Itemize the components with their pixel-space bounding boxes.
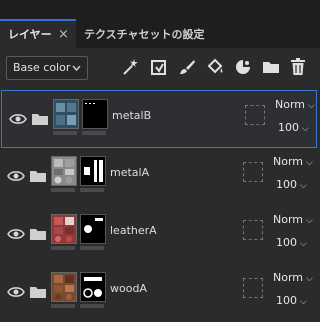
chevron-down-icon: ⌵ (300, 181, 307, 191)
opacity-field[interactable]: 100 ⌵ (276, 178, 307, 191)
eye-icon[interactable] (7, 283, 25, 297)
blend-mode-dropdown[interactable]: Norm ⌵ (273, 213, 313, 226)
opacity-value: 100 (276, 294, 297, 307)
thumbnail-bar (51, 246, 75, 250)
folder-icon (30, 225, 46, 240)
layer-thumbnail[interactable] (51, 272, 77, 302)
opacity-field[interactable]: 100 ⌵ (278, 121, 309, 134)
layer-row[interactable]: leatherA Norm ⌵ 100 ⌵ (0, 206, 320, 264)
layer-name[interactable]: leatherA (110, 224, 157, 237)
mask-bar (82, 131, 106, 135)
chevron-down-icon: ⌵ (300, 297, 307, 307)
chevron-down-icon: ⌵ (306, 216, 313, 226)
thumbnail-bar (51, 304, 75, 308)
folder-icon[interactable] (260, 56, 282, 78)
layer-row[interactable]: woodA Norm ⌵ 100 ⌵ (0, 264, 320, 322)
fill-bucket-icon[interactable] (204, 56, 226, 78)
layer-mask-thumbnail[interactable] (80, 214, 106, 244)
blend-mode-value: Norm (273, 271, 304, 284)
blend-mode-value: Norm (273, 155, 304, 168)
chevron-down-icon: ⌵ (308, 101, 315, 111)
empty-slot[interactable] (245, 105, 265, 125)
smart-material-icon[interactable] (232, 56, 254, 78)
layer-mask-thumbnail[interactable] (80, 272, 106, 302)
mask-bar (80, 304, 104, 308)
blend-mode-dropdown[interactable]: Norm ⌵ (275, 98, 315, 111)
eye-icon[interactable] (7, 167, 25, 181)
mask-bar (80, 188, 104, 192)
layers-toolbar: Base color (0, 48, 320, 86)
folder-icon (30, 167, 46, 182)
eye-icon[interactable] (9, 110, 27, 124)
layer-thumbnail[interactable] (51, 214, 77, 244)
trash-icon[interactable] (287, 56, 309, 78)
opacity-value: 100 (278, 121, 299, 134)
close-icon[interactable]: × (58, 21, 69, 48)
layer-mask-thumbnail[interactable] (82, 99, 108, 129)
empty-slot[interactable] (243, 278, 263, 298)
thumbnail-bar (53, 131, 77, 135)
chevron-down-icon: ⌵ (306, 274, 313, 284)
layer-name[interactable]: woodA (110, 282, 147, 295)
opacity-value: 100 (276, 236, 297, 249)
folder-icon (30, 283, 46, 298)
thumbnail-bar (51, 188, 75, 192)
layer-row[interactable]: metalA Norm ⌵ 100 ⌵ (0, 148, 320, 206)
layer-name[interactable]: metalA (110, 166, 149, 179)
empty-slot[interactable] (243, 220, 263, 240)
opacity-field[interactable]: 100 ⌵ (276, 236, 307, 249)
chevron-down-icon: ⌵ (300, 239, 307, 249)
tab-texture-set-label: テクスチャセットの設定 (84, 28, 205, 41)
blend-mode-value: Norm (275, 98, 306, 111)
tab-layers[interactable]: レイヤー × (0, 19, 76, 48)
layer-thumbnail[interactable] (53, 99, 79, 129)
layer-row[interactable]: metalB Norm ⌵ 100 ⌵ (1, 90, 317, 148)
opacity-field[interactable]: 100 ⌵ (276, 294, 307, 307)
layer-mask-thumbnail[interactable] (80, 156, 106, 186)
blend-mode-value: Norm (273, 213, 304, 226)
magic-wand-icon[interactable] (119, 56, 141, 78)
chevron-down-icon (72, 57, 81, 88)
paint-brush-icon[interactable] (176, 56, 198, 78)
opacity-value: 100 (276, 178, 297, 191)
chevron-down-icon: ⌵ (306, 158, 313, 168)
layer-thumbnail[interactable] (51, 156, 77, 186)
mask-bar (80, 246, 104, 250)
blend-mode-dropdown[interactable]: Norm ⌵ (273, 271, 313, 284)
blend-mode-dropdown[interactable]: Norm ⌵ (273, 155, 313, 168)
chevron-down-icon: ⌵ (302, 124, 309, 134)
layer-name[interactable]: metalB (112, 109, 151, 122)
add-effect-icon[interactable] (148, 56, 170, 78)
channel-dropdown[interactable]: Base color (6, 56, 88, 80)
tab-bar: レイヤー × テクスチャセットの設定 (0, 0, 320, 48)
channel-dropdown-value: Base color (13, 61, 71, 74)
empty-slot[interactable] (243, 162, 263, 182)
tab-layers-label: レイヤー (8, 28, 52, 41)
folder-icon (32, 110, 48, 125)
eye-icon[interactable] (7, 225, 25, 239)
